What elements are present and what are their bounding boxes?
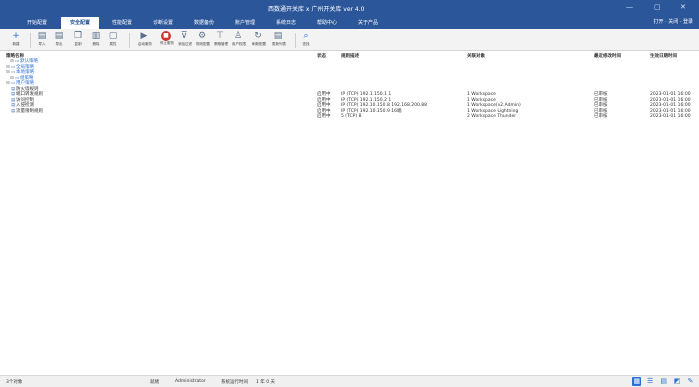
toolbar-button-plus[interactable]: + 新建 [10,31,22,50]
policy-icon: ⊤ [216,31,224,41]
tab-about[interactable]: 关于产品 [350,17,386,29]
column-header-description[interactable]: 规则描述 [341,53,359,59]
toolbar-button-label: 新建 [12,42,20,46]
ribbon-right-actions[interactable]: 打开 · 关闭 · 登录 [653,18,693,25]
status-object-count: 3个对象 [6,380,23,385]
toolbar-button-label: 刷新配置 [252,42,266,46]
details-view-icon[interactable]: ▤ [659,377,668,386]
toolbar-button-label: 停止服务 [160,41,174,45]
status-uptime-value: 1 年 0 天 [256,380,276,385]
toolbar-button-play[interactable]: ▶ 启动服务 [138,31,152,50]
toolbar-button-filter[interactable]: ⊽ 添加过滤 [178,31,192,50]
tree-node-label: 全局策略 [16,64,34,70]
toolbar-button-label: 查找 [302,42,310,46]
export-icon: ▤ [54,31,64,41]
toolbar: + 新建 ▤ 导入 ▤ 导出 ❐ 复制 ▥ 删除 ▢ 属性 ▶ 启动服务 ■ 停止服务 ⊽ 添加过滤 ⚙ 规则配置 ⊤ 策… [0,29,699,51]
tree-node-label: 组策略 [20,75,34,81]
import-icon: ▤ [37,31,47,41]
tab-diagnostics[interactable]: 诊断设置 [145,17,181,29]
tree-node-label: 本地策略 [16,70,34,75]
toolbar-button-label: 导出 [55,42,63,46]
tab-accounts[interactable]: 账户管理 [227,17,263,29]
cell-modified: 已审核 [594,114,608,119]
properties-icon: ▢ [108,31,118,41]
toolbar-separator [30,33,31,48]
delete-icon: ▥ [91,31,101,41]
tree-node-label: 防火墙规则 [16,86,39,92]
toolbar-button-export[interactable]: ▤ 导出 [53,31,65,50]
toolbar-button-rule[interactable]: ⚙ 规则配置 [196,31,210,50]
toolbar-button-label: 规则配置 [196,42,210,46]
tree-node-label: 默认策略 [20,59,38,64]
window-title: 西数通开关库 x 广州开关库 ver 4.0 [268,6,365,13]
cell-description: 5 (TCP) 8 [341,114,362,119]
list-view-icon[interactable]: ☰ [646,377,655,386]
plus-icon: + [12,31,20,41]
toolbar-button-label: 更新列表 [272,42,286,46]
refresh-icon: ↻ [254,31,262,41]
status-icons: ▦ ☰ ▤ ◩ ✎ [629,377,695,387]
user-icon: ♙ [233,31,243,41]
toolbar-button-list[interactable]: ▤ 更新列表 [272,31,286,50]
toolbar-button-label: 策略管理 [214,42,228,46]
table-row[interactable]: 启用中 5 (TCP) 8 2 Workspace Thunder 已审核 2023-0… [0,114,699,120]
chart-view-icon[interactable]: ◩ [673,377,682,386]
toolbar-button-copy[interactable]: ❐ 复制 [72,31,84,50]
maximize-icon[interactable]: ▢ [654,3,661,11]
toolbar-separator [295,33,296,48]
column-header-modified[interactable]: 最近修改时间 [594,53,621,59]
tab-help[interactable]: 帮助中心 [309,17,345,29]
status-user: Administrator [175,379,206,384]
toolbar-button-stop[interactable]: ■ 停止服务 [160,31,174,50]
toolbar-button-label: 删除 [92,42,100,46]
status-ready: 就绪 [150,380,159,385]
column-header-status[interactable]: 状态 [317,53,326,59]
status-bar: 3个对象 就绪 Administrator 系统运行时间 1 年 0 天 ▦ ☰… [0,375,699,387]
tab-performance[interactable]: 性能配置 [104,17,140,29]
column-header-object[interactable]: 关联对象 [467,53,485,59]
tab-backup[interactable]: 数据备份 [186,17,222,29]
toolbar-separator [129,33,130,48]
search-icon: ⌕ [303,31,309,41]
tree-node-label: 用户策略 [16,81,34,86]
toolbar-button-properties[interactable]: ▢ 属性 [107,31,119,50]
rule-icon: ⚙ [197,31,207,41]
toolbar-button-label: 添加过滤 [178,42,192,46]
toolbar-button-policy[interactable]: ⊤ 策略管理 [214,31,228,50]
toolbar-button-import[interactable]: ▤ 导入 [36,31,48,50]
cell-object: 2 Workspace Thunder [467,114,517,119]
copy-icon: ❐ [73,31,83,41]
cell-status: 启用中 [317,114,331,119]
grid-view-icon[interactable]: ▦ [632,377,642,386]
title-bar: 西数通开关库 x 广州开关库 ver 4.0 — ▢ ✕ [0,0,699,14]
toolbar-button-label: 导入 [38,42,46,46]
toolbar-button-user[interactable]: ♙ 用户权限 [232,31,246,50]
toolbar-button-label: 用户权限 [232,42,246,46]
column-header-effective[interactable]: 生效日期时间 [650,53,677,59]
tab-start[interactable]: 开始配置 [19,17,55,29]
tab-security[interactable]: 安全配置 [61,17,99,29]
toolbar-button-label: 启动服务 [138,42,152,46]
cell-effective: 2023-01-01 16:00 [650,114,691,119]
toolbar-button-label: 复制 [74,42,82,46]
toolbar-button-search[interactable]: ⌕ 查找 [300,31,312,50]
toolbar-button-delete[interactable]: ▥ 删除 [90,31,102,50]
filter-icon: ⊽ [180,31,188,41]
settings-icon[interactable]: ✎ [686,377,695,386]
list-icon: ▤ [273,31,283,41]
play-icon: ▶ [140,31,148,41]
ribbon-tabs: 开始配置 安全配置 性能配置 诊断设置 数据备份 账户管理 系统日志 帮助中心 … [0,14,699,29]
tab-logs[interactable]: 系统日志 [268,17,304,29]
minimize-icon[interactable]: — [626,3,633,11]
close-icon[interactable]: ✕ [680,3,686,11]
status-uptime-label: 系统运行时间 [221,380,248,385]
toolbar-button-label: 属性 [109,42,117,46]
stop-icon: ■ [161,31,171,41]
toolbar-button-refresh[interactable]: ↻ 刷新配置 [252,31,266,50]
